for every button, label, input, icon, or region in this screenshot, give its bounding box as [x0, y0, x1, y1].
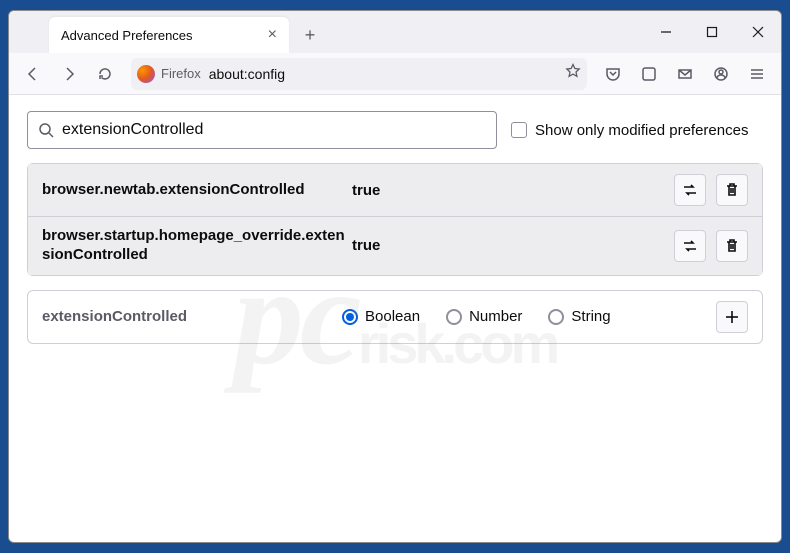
tab-title: Advanced Preferences	[61, 28, 193, 43]
identity-label: Firefox	[161, 66, 201, 81]
window-controls	[643, 11, 781, 53]
about-config-content: Show only modified preferences browser.n…	[9, 95, 781, 542]
pref-name: browser.newtab.extensionControlled	[42, 181, 352, 200]
radio-icon	[446, 309, 462, 325]
browser-window: Advanced Preferences × + Firefox about:c…	[8, 10, 782, 543]
radio-icon	[342, 309, 358, 325]
pref-results: browser.newtab.extensionControlled true …	[27, 163, 763, 276]
tab-active[interactable]: Advanced Preferences ×	[49, 17, 289, 53]
pref-search-input[interactable]	[62, 121, 486, 139]
firefox-icon	[137, 65, 155, 83]
account-icon[interactable]	[705, 58, 737, 90]
titlebar: Advanced Preferences × +	[9, 11, 781, 53]
search-row: Show only modified preferences	[27, 111, 763, 149]
pref-search-box[interactable]	[27, 111, 497, 149]
new-tab-button[interactable]: +	[295, 20, 325, 50]
checkbox-label: Show only modified preferences	[535, 122, 748, 139]
show-modified-checkbox[interactable]: Show only modified preferences	[511, 122, 748, 139]
inbox-icon[interactable]	[669, 58, 701, 90]
radio-icon	[548, 309, 564, 325]
delete-button[interactable]	[716, 230, 748, 262]
pref-value: true	[352, 237, 674, 254]
radio-string[interactable]: String	[548, 308, 610, 325]
pref-row[interactable]: browser.newtab.extensionControlled true	[28, 164, 762, 216]
new-pref-name: extensionControlled	[42, 308, 342, 325]
search-icon	[38, 122, 54, 138]
forward-button[interactable]	[53, 58, 85, 90]
menu-button[interactable]	[741, 58, 773, 90]
minimize-button[interactable]	[643, 11, 689, 53]
close-icon[interactable]: ×	[268, 26, 277, 44]
add-button[interactable]	[716, 301, 748, 333]
checkbox-icon	[511, 122, 527, 138]
extension-icon[interactable]	[633, 58, 665, 90]
toggle-button[interactable]	[674, 174, 706, 206]
close-window-button[interactable]	[735, 11, 781, 53]
back-button[interactable]	[17, 58, 49, 90]
reload-button[interactable]	[89, 58, 121, 90]
radio-boolean[interactable]: Boolean	[342, 308, 420, 325]
toggle-button[interactable]	[674, 230, 706, 262]
pref-name: browser.startup.homepage_override.extens…	[42, 227, 352, 265]
url-bar[interactable]: Firefox about:config	[131, 58, 587, 90]
url-text: about:config	[209, 66, 565, 82]
pref-value: true	[352, 182, 674, 199]
type-radio-group: Boolean Number String	[342, 308, 716, 325]
new-pref-row: extensionControlled Boolean Number Strin…	[27, 290, 763, 344]
pref-row[interactable]: browser.startup.homepage_override.extens…	[28, 216, 762, 275]
delete-button[interactable]	[716, 174, 748, 206]
nav-toolbar: Firefox about:config	[9, 53, 781, 95]
pocket-icon[interactable]	[597, 58, 629, 90]
radio-number[interactable]: Number	[446, 308, 522, 325]
maximize-button[interactable]	[689, 11, 735, 53]
bookmark-star-icon[interactable]	[565, 63, 581, 84]
